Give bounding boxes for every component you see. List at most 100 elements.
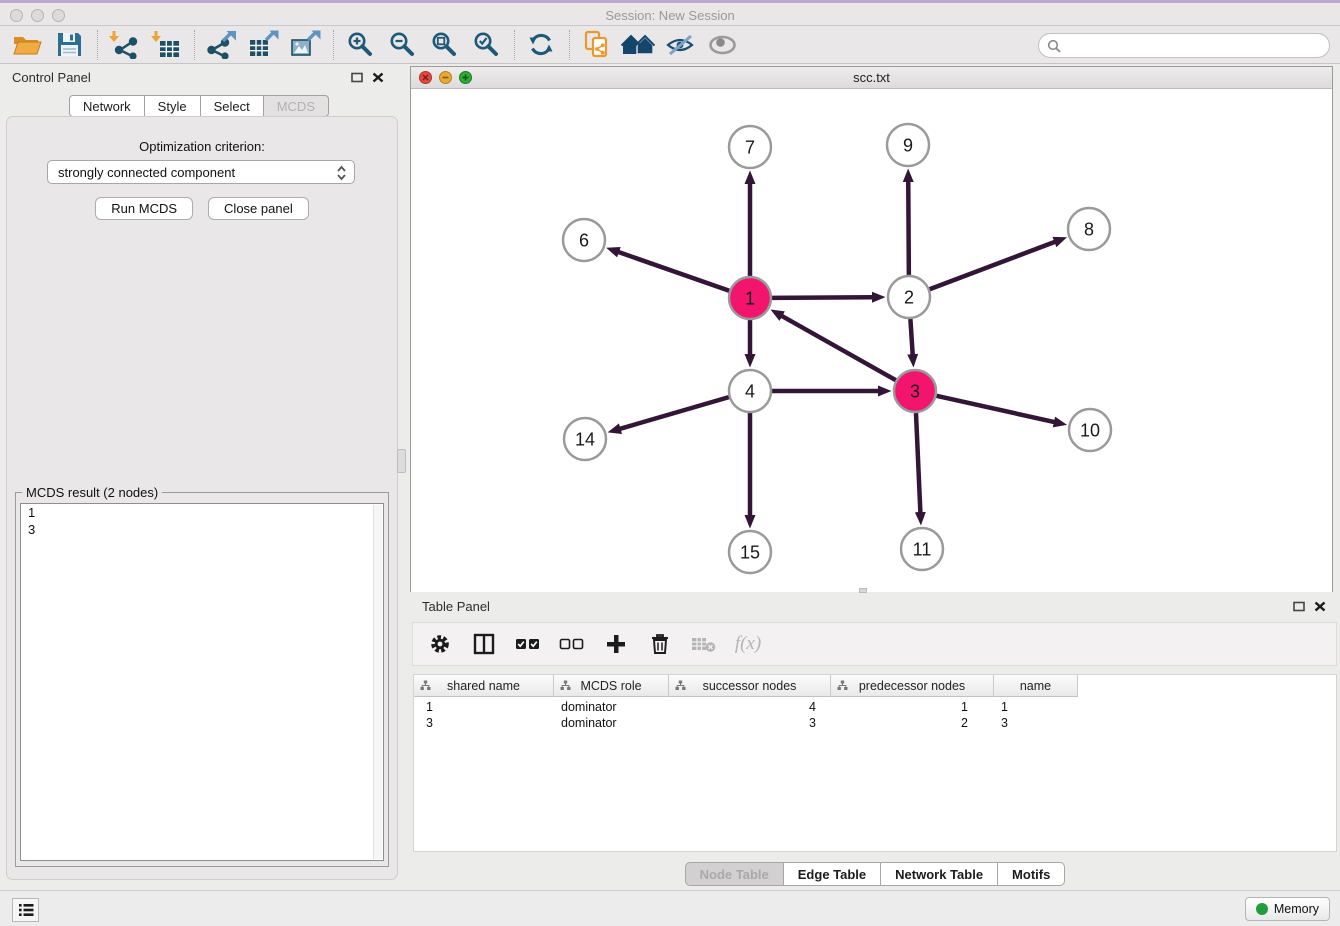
node-label: 11	[913, 539, 932, 559]
plus-icon	[606, 634, 626, 654]
home-layout-button[interactable]	[621, 29, 655, 61]
node-10[interactable]: 10	[1069, 409, 1111, 451]
node-2[interactable]: 2	[888, 276, 930, 318]
cell-predecessor-nodes: 1	[831, 699, 994, 715]
cell-mcds-role: dominator	[554, 699, 669, 715]
tab-network[interactable]: Network	[69, 95, 145, 117]
tab-mcds[interactable]: MCDS	[264, 95, 329, 117]
tab-style[interactable]: Style	[145, 95, 201, 117]
column-header-successor-nodes[interactable]: successor nodes	[669, 675, 831, 697]
cell-name: 3	[994, 715, 1078, 731]
select-all-columns-button[interactable]	[513, 629, 543, 659]
search-field[interactable]	[1038, 33, 1330, 58]
search-icon	[1047, 39, 1061, 53]
export-network-button[interactable]	[204, 29, 238, 61]
tab-select[interactable]: Select	[201, 95, 264, 117]
tab-node-table[interactable]: Node Table	[685, 862, 784, 886]
node-3[interactable]: 3	[894, 370, 936, 412]
copy-share-icon	[583, 30, 610, 59]
mcds-panel: Optimization criterion: strongly connect…	[6, 116, 398, 880]
hide-graphics-details-button[interactable]	[663, 29, 697, 61]
search-input[interactable]	[1066, 38, 1329, 53]
network-window-title: scc.txt	[411, 70, 1332, 85]
close-panel-icon[interactable]	[372, 72, 384, 83]
edge-2-8[interactable]	[930, 242, 1055, 289]
edge-1-2[interactable]	[772, 297, 873, 298]
tab-edge-table[interactable]: Edge Table	[784, 862, 881, 886]
node-15[interactable]: 15	[729, 531, 771, 573]
memory-label: Memory	[1274, 902, 1319, 916]
close-panel-button[interactable]: Close panel	[208, 197, 309, 220]
show-graphics-details-button[interactable]	[705, 29, 739, 61]
edge-4-14[interactable]	[620, 397, 729, 429]
node-9[interactable]: 9	[887, 124, 929, 166]
table-settings-button[interactable]	[425, 629, 455, 659]
edge-3-11[interactable]	[916, 413, 920, 513]
zoom-selected-icon	[472, 31, 500, 59]
toolbar-separator	[569, 30, 570, 60]
result-scrollbar[interactable]	[373, 505, 382, 859]
memory-button[interactable]: Memory	[1245, 897, 1330, 921]
export-image-button[interactable]	[288, 29, 322, 61]
eye-icon	[708, 34, 737, 56]
mcds-result-list[interactable]: 1 3	[20, 503, 384, 861]
toolbar-separator	[333, 30, 334, 60]
column-header-shared-name[interactable]: shared name	[414, 675, 554, 697]
open-session-button[interactable]	[10, 29, 44, 61]
list-icon	[18, 903, 34, 917]
run-mcds-button[interactable]: Run MCDS	[95, 197, 193, 220]
network-canvas[interactable]: 7 9 6 8 1 2 4 3 14 10 15 11	[411, 89, 1332, 592]
zoom-selected-button[interactable]	[469, 29, 503, 61]
task-history-button[interactable]	[12, 898, 39, 922]
function-builder-button[interactable]: f(x)	[733, 629, 763, 659]
delete-column-button[interactable]	[645, 629, 675, 659]
delete-table-button[interactable]	[689, 629, 719, 659]
zoom-fit-button[interactable]	[427, 29, 461, 61]
toolbar-separator	[514, 30, 515, 60]
import-network-button[interactable]	[107, 29, 141, 61]
save-session-button[interactable]	[52, 29, 86, 61]
canvas-scroll-handle[interactable]	[859, 588, 867, 593]
control-panel-tabs: Network Style Select MCDS	[0, 95, 398, 117]
edge-2-9[interactable]	[908, 181, 909, 275]
node-1[interactable]: 1	[729, 277, 771, 319]
table-row[interactable]: 1 dominator 4 1 1	[414, 699, 1078, 715]
zoom-out-button[interactable]	[385, 29, 419, 61]
column-header-predecessor-nodes[interactable]: predecessor nodes	[831, 675, 994, 697]
float-panel-icon[interactable]	[1293, 601, 1305, 612]
create-column-button[interactable]	[601, 629, 631, 659]
import-table-button[interactable]	[149, 29, 183, 61]
edge-1-6[interactable]	[618, 252, 729, 291]
close-panel-icon[interactable]	[1314, 601, 1326, 612]
export-network-icon	[206, 30, 237, 59]
cell-name: 1	[994, 699, 1078, 715]
zoom-in-button[interactable]	[343, 29, 377, 61]
column-header-mcds-role[interactable]: MCDS role	[554, 675, 669, 697]
unselect-all-columns-button[interactable]	[557, 629, 587, 659]
edge-3-1[interactable]	[782, 316, 896, 380]
node-6[interactable]: 6	[563, 219, 605, 261]
panel-splitter-handle[interactable]	[397, 449, 406, 473]
node-4[interactable]: 4	[729, 370, 771, 412]
refresh-view-button[interactable]	[524, 29, 558, 61]
export-table-button[interactable]	[246, 29, 280, 61]
node-8[interactable]: 8	[1068, 208, 1110, 250]
network-graph[interactable]: 7 9 6 8 1 2 4 3 14 10 15 11	[411, 89, 1332, 592]
cell-shared-name: 1	[414, 699, 554, 715]
node-14[interactable]: 14	[564, 418, 606, 460]
node-11[interactable]: 11	[901, 528, 943, 570]
criterion-dropdown[interactable]: strongly connected component	[47, 160, 355, 184]
criterion-value: strongly connected component	[58, 165, 235, 180]
table-row[interactable]: 3 dominator 3 2 3	[414, 715, 1078, 731]
node-7[interactable]: 7	[729, 126, 771, 168]
show-column-button[interactable]	[469, 629, 499, 659]
tab-motifs[interactable]: Motifs	[998, 862, 1065, 886]
tab-network-table[interactable]: Network Table	[881, 862, 998, 886]
float-panel-icon[interactable]	[351, 72, 363, 83]
edge-2-3[interactable]	[910, 319, 912, 355]
network-window-titlebar[interactable]: scc.txt	[411, 67, 1332, 89]
edge-3-10[interactable]	[936, 396, 1054, 422]
copy-view-button[interactable]	[579, 29, 613, 61]
column-header-name[interactable]: name	[994, 675, 1078, 697]
node-table[interactable]: shared name MCDS role successor nodes pr…	[413, 674, 1337, 852]
